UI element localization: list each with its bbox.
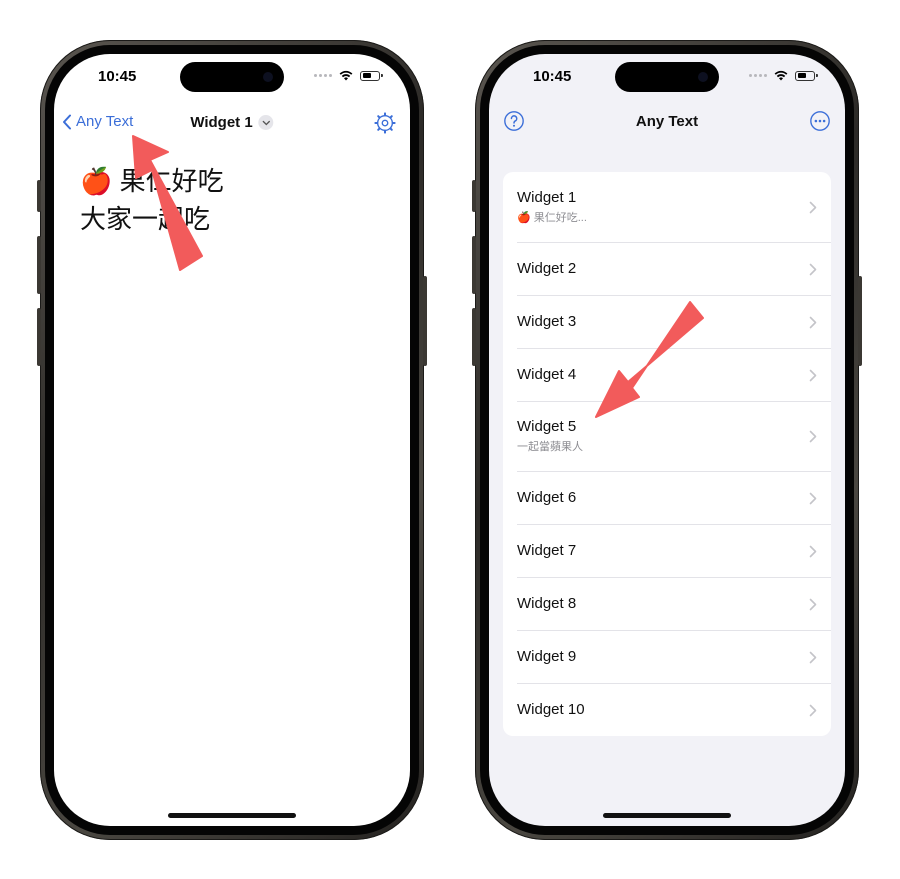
chevron-right-icon [809, 369, 817, 381]
widget-row-title: Widget 3 [517, 313, 577, 330]
dynamic-island [615, 62, 719, 92]
widget-row-title: Widget 4 [517, 366, 577, 383]
wifi-icon [774, 70, 788, 81]
widget-row-2[interactable]: Widget 2 [503, 242, 831, 295]
chevron-right-icon [809, 598, 817, 610]
back-label: Any Text [76, 113, 134, 130]
volume-up-button [472, 236, 476, 294]
widget-row-4[interactable]: Widget 4 [503, 348, 831, 401]
gear-icon[interactable] [374, 112, 396, 134]
widget-row-subtitle: 一起當蘋果人 [517, 441, 583, 453]
battery-icon [360, 70, 383, 81]
chevron-down-icon [258, 115, 274, 130]
question-circle-icon[interactable] [503, 110, 525, 132]
left-phone: 10:45 Any Text Widget 1 🍎 果仁好吃 大家一起吃 [37, 40, 427, 840]
cellular-signal-icon [314, 74, 332, 77]
status-time: 10:45 [98, 68, 137, 85]
widget-row-title: Widget 7 [517, 542, 577, 559]
widget-list: Widget 1 🍎 果仁好吃... Widget 2 Widget 3 Widget … [503, 172, 831, 736]
widget-row-title: Widget 5 [517, 418, 577, 435]
volume-up-button [37, 236, 41, 294]
stage: 10:45 Any Text Widget 1 🍎 果仁好吃 大家一起吃 10:… [0, 0, 900, 879]
dynamic-island [180, 62, 284, 92]
widget-row-10[interactable]: Widget 10 [503, 683, 831, 736]
action-button [472, 180, 476, 212]
widget-row-3[interactable]: Widget 3 [503, 295, 831, 348]
status-time: 10:45 [533, 68, 572, 85]
widget-row-1[interactable]: Widget 1 🍎 果仁好吃... [503, 172, 831, 242]
widget-row-title: Widget 8 [517, 595, 577, 612]
left-screen: 10:45 Any Text Widget 1 🍎 果仁好吃 大家一起吃 [54, 54, 410, 826]
home-indicator[interactable] [168, 813, 296, 818]
widget-text-content[interactable]: 🍎 果仁好吃 大家一起吃 [80, 162, 224, 238]
page-title: Any Text [635, 113, 699, 130]
back-button[interactable]: Any Text [62, 113, 133, 130]
widget-title-menu[interactable]: Widget 1 [190, 114, 274, 131]
chevron-right-icon [809, 201, 817, 214]
widget-row-subtitle: 🍎 果仁好吃... [517, 212, 587, 224]
status-icons [314, 70, 383, 81]
widget-row-7[interactable]: Widget 7 [503, 524, 831, 577]
widget-row-5[interactable]: Widget 5 一起當蘋果人 [503, 401, 831, 471]
battery-fill [797, 73, 806, 78]
widget-row-8[interactable]: Widget 8 [503, 577, 831, 630]
widget-row-title: Widget 10 [517, 701, 585, 718]
widget-row-title: Widget 6 [517, 489, 577, 506]
right-phone: 10:45 Any Text Widget 1 🍎 果仁好吃... Widget… [472, 40, 862, 840]
widget-row-title: Widget 2 [517, 260, 577, 277]
volume-down-button [472, 308, 476, 366]
volume-down-button [37, 308, 41, 366]
right-screen: 10:45 Any Text Widget 1 🍎 果仁好吃... Widget… [489, 54, 845, 826]
chevron-right-icon [809, 263, 817, 275]
widget-text-line-2: 大家一起吃 [80, 204, 211, 234]
chevron-left-icon [63, 114, 71, 129]
nav-bar: Any Text Widget 1 [54, 110, 410, 138]
chevron-right-icon [809, 704, 817, 716]
action-button [37, 180, 41, 212]
home-indicator[interactable] [603, 813, 731, 818]
side-button [858, 276, 862, 366]
status-icons [749, 70, 818, 81]
page-title: Widget 1 [190, 114, 253, 131]
wifi-icon [339, 70, 353, 81]
chevron-right-icon [809, 545, 817, 557]
side-button [423, 276, 427, 366]
widget-row-title: Widget 9 [517, 648, 577, 665]
widget-text-line-1: 🍎 果仁好吃 [80, 162, 224, 200]
chevron-right-icon [809, 651, 817, 663]
cellular-signal-icon [749, 74, 767, 77]
widget-row-6[interactable]: Widget 6 [503, 471, 831, 524]
battery-fill [362, 73, 371, 78]
widget-row-title: Widget 1 [517, 189, 577, 206]
battery-icon [795, 70, 818, 81]
chevron-right-icon [809, 316, 817, 328]
apple-emoji: 🍎 [80, 166, 113, 196]
camera-icon [698, 72, 708, 82]
widget-text-line-1-text: 果仁好吃 [119, 166, 224, 196]
chevron-right-icon [809, 492, 817, 504]
widget-row-9[interactable]: Widget 9 [503, 630, 831, 683]
camera-icon [263, 72, 273, 82]
chevron-right-icon [809, 430, 817, 443]
ellipsis-circle-icon[interactable] [809, 110, 831, 132]
